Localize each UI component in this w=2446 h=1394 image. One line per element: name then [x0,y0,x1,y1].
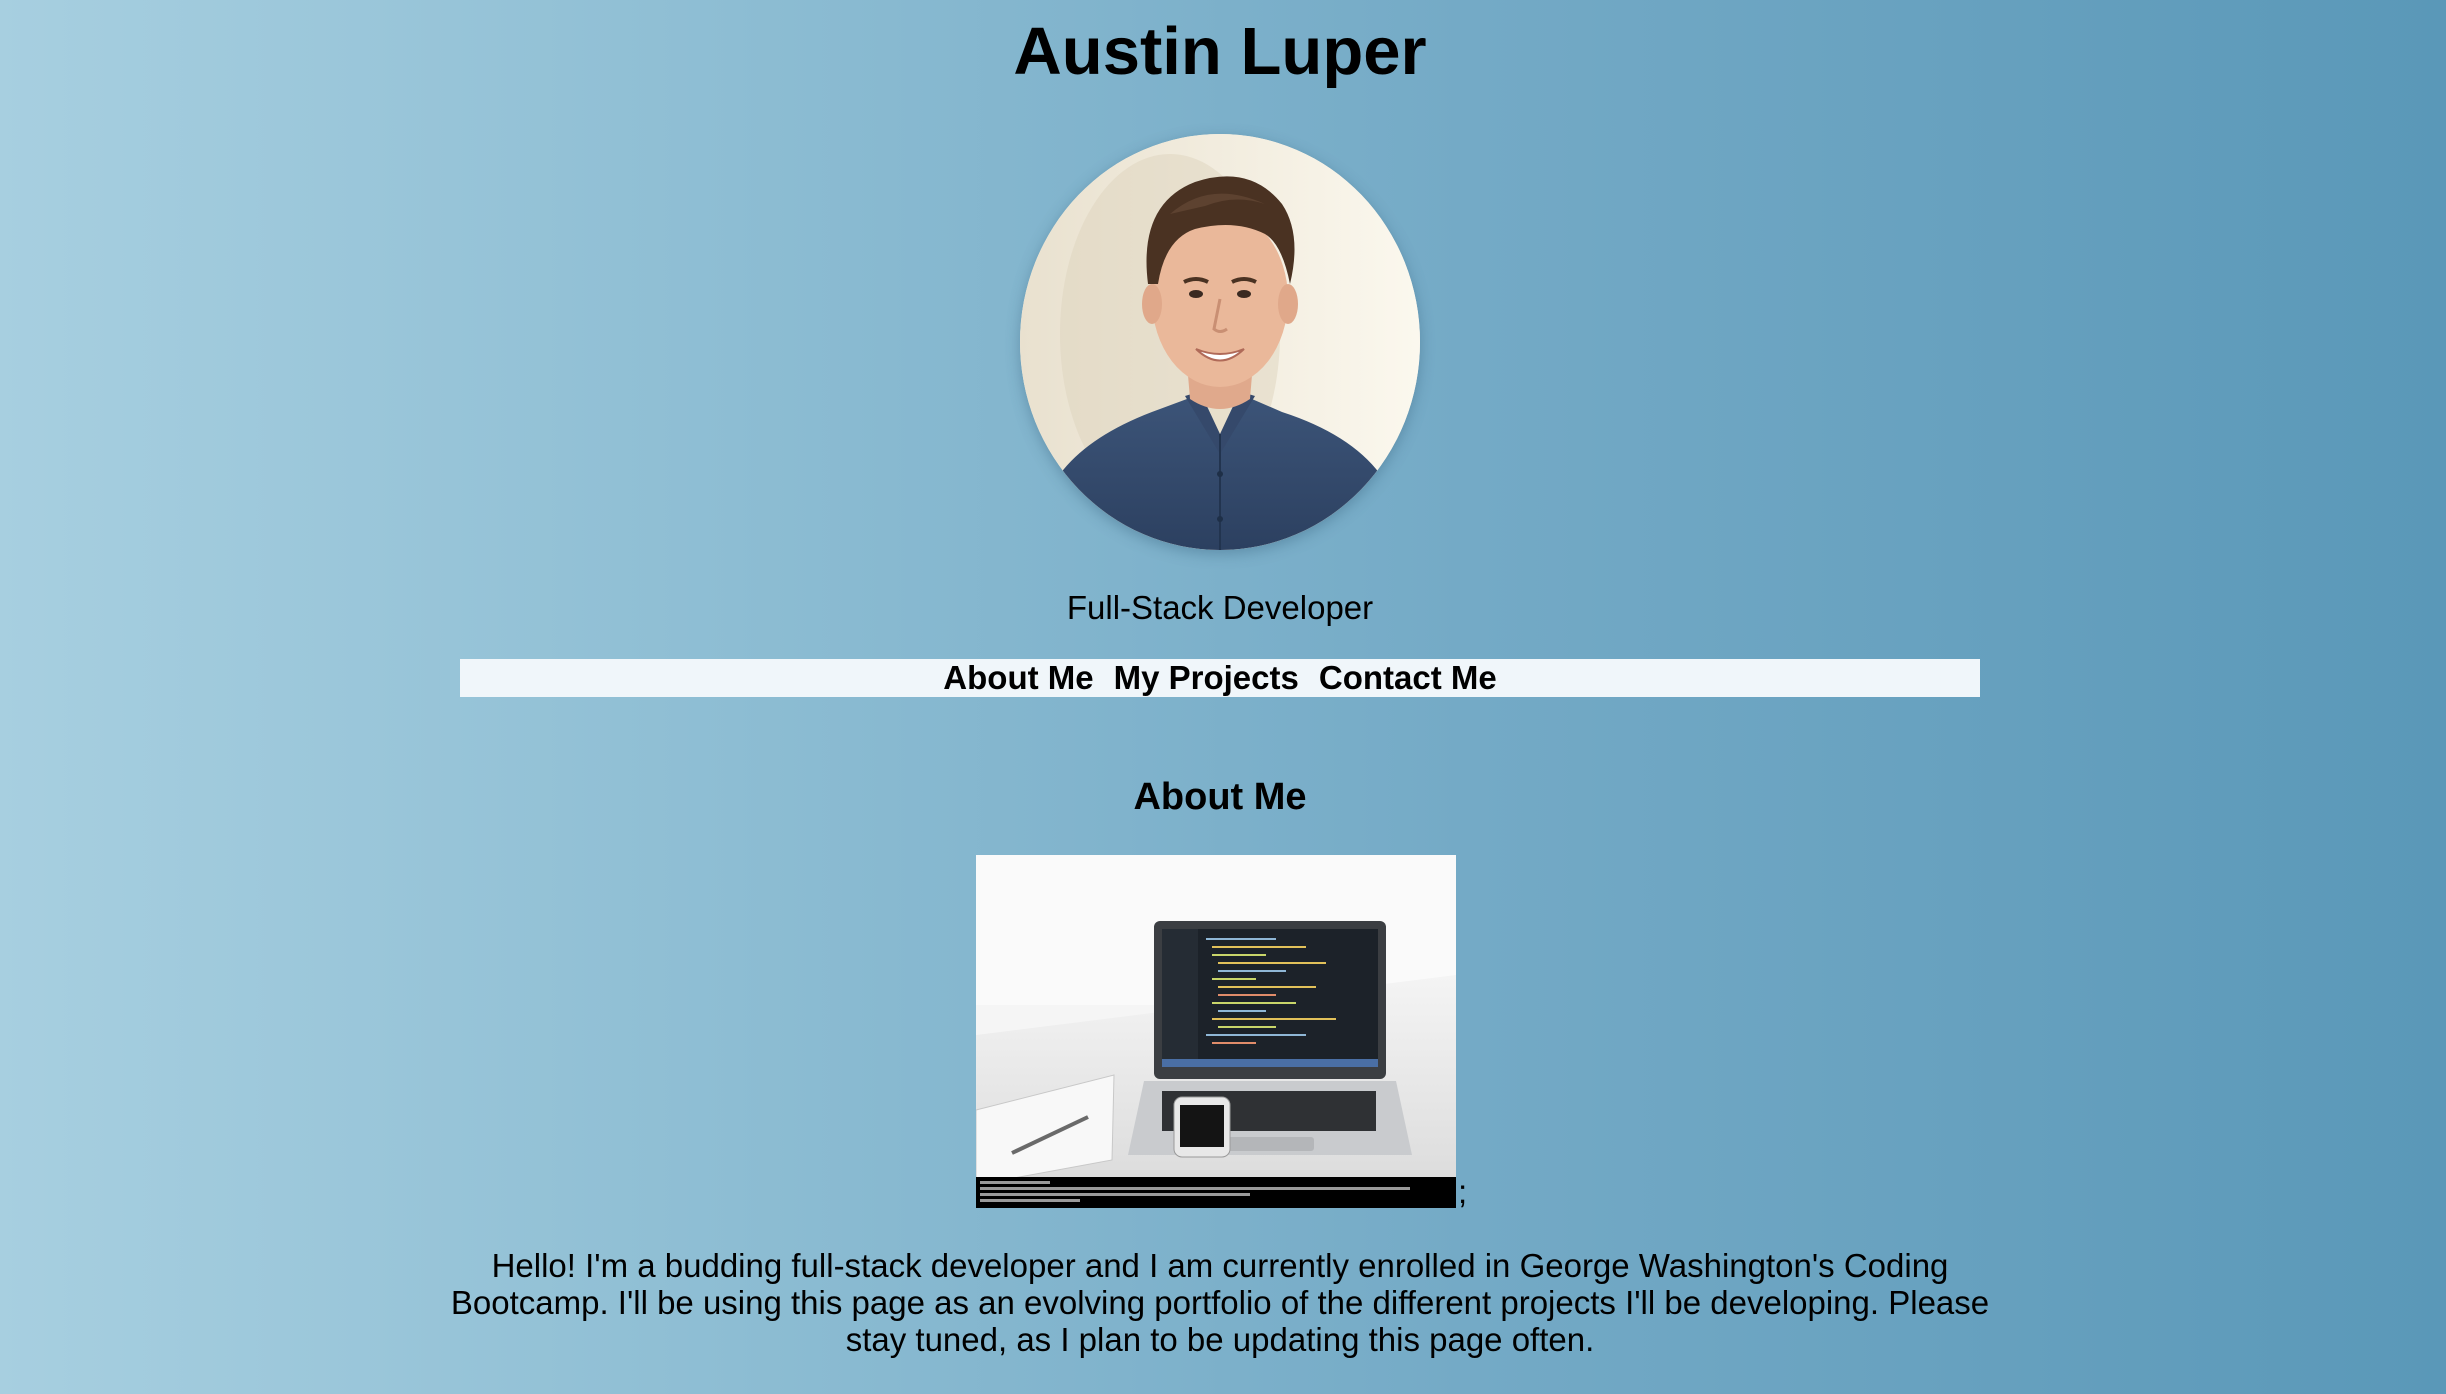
job-title: Full-Stack Developer [1066,589,1374,626]
laptop-photo [976,855,1456,1208]
about-me-heading: About Me [1133,776,1307,818]
about-figure: ; [976,855,1467,1208]
about-me-text: Hello! I'm a budding full-stack develope… [450,1247,1990,1358]
main-navigation: About Me My Projects Contact Me [460,659,1980,697]
portfolio-page: Austin Luper Full-Stack Developer About … [0,0,2446,1394]
nav-link-about-me[interactable]: About Me [943,659,1093,697]
nav-link-my-projects[interactable]: My Projects [1114,659,1299,697]
stray-semicolon: ; [1458,1173,1468,1210]
profile-photo-graphic [1020,134,1420,550]
site-title: Austin Luper [1013,14,1427,89]
profile-photo [1020,134,1420,550]
nav-link-contact-me[interactable]: Contact Me [1319,659,1497,697]
laptop-photo-graphic [976,855,1456,1208]
